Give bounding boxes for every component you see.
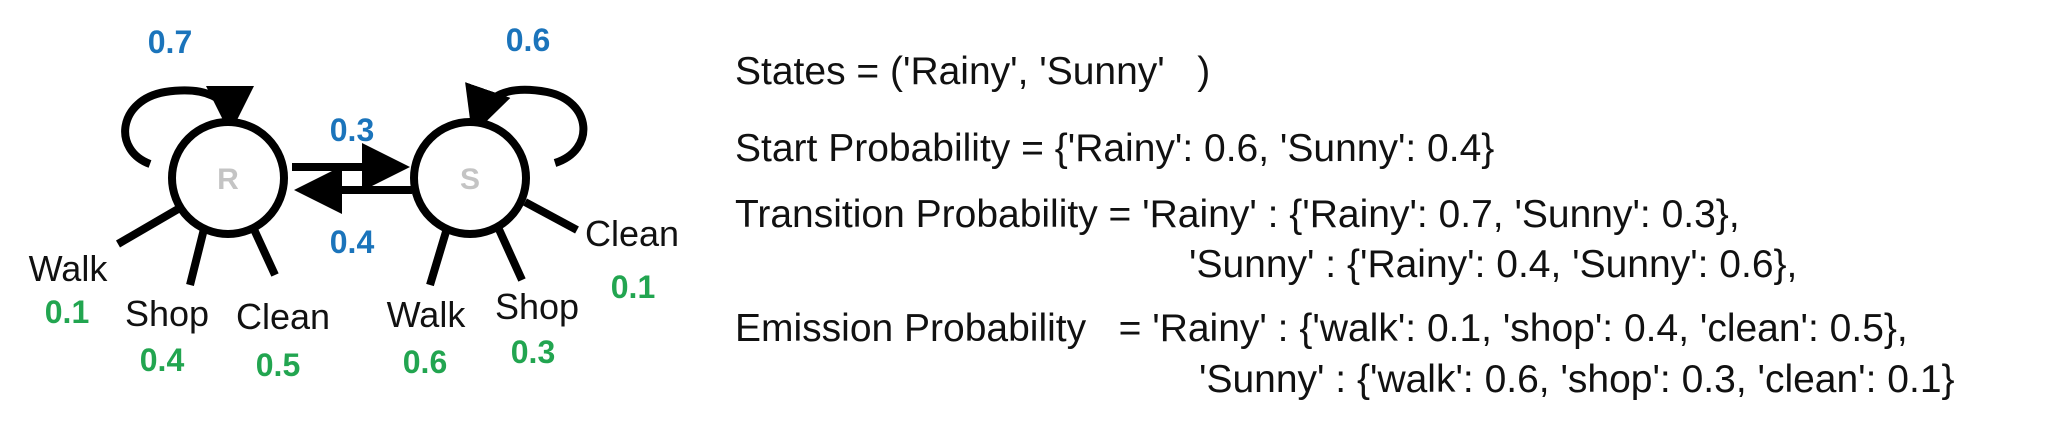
state-sunny-label: S — [460, 163, 480, 196]
emission-prob-sunny-shop: 0.3 — [511, 334, 555, 370]
obs-label-sunny-clean: Clean — [585, 213, 679, 254]
obs-label-rainy-clean: Clean — [236, 296, 330, 337]
obs-label-rainy-shop: Shop — [125, 293, 209, 334]
start-probability-line: Start Probability = {'Rainy': 0.6, 'Sunn… — [735, 127, 1495, 170]
obs-label-sunny-shop: Shop — [495, 286, 579, 327]
self-prob-rainy: 0.7 — [148, 24, 192, 60]
state-rainy-label: R — [217, 163, 239, 196]
obs-label-rainy-walk: Walk — [29, 248, 109, 289]
self-prob-sunny: 0.6 — [506, 22, 550, 58]
emission-probability-line-1: Emission Probability = 'Rainy' : {'walk'… — [735, 307, 1908, 350]
emission-prob-sunny-walk: 0.6 — [403, 344, 447, 380]
emission-line-rainy-clean — [248, 223, 279, 277]
emission-line-rainy-shop — [186, 224, 209, 286]
states-line: States = ('Rainy', 'Sunny' ) — [735, 50, 1211, 93]
emission-line-sunny-walk — [426, 223, 452, 287]
emission-line-rainy-walk — [115, 201, 188, 248]
transition-probability-line-2: 'Sunny' : {'Rainy': 0.4, 'Sunny': 0.6}, — [1189, 243, 1798, 286]
hmm-state-diagram: R S 0.7 0.6 0.3 0.4 Walk Shop Clean Walk… — [29, 22, 679, 383]
emission-prob-rainy-clean: 0.5 — [256, 347, 300, 383]
emission-prob-sunny-clean: 0.1 — [611, 269, 655, 305]
transition-prob-sunny-to-rainy: 0.4 — [330, 224, 375, 260]
emission-prob-rainy-shop: 0.4 — [140, 342, 185, 378]
emission-line-sunny-shop — [493, 223, 526, 282]
emission-probability-line-2: 'Sunny' : {'walk': 0.6, 'shop': 0.3, 'cl… — [1199, 358, 1955, 401]
emission-prob-rainy-walk: 0.1 — [45, 294, 89, 330]
obs-label-sunny-walk: Walk — [387, 294, 467, 335]
transition-prob-rainy-to-sunny: 0.3 — [330, 112, 374, 148]
transition-probability-line-1: Transition Probability = 'Rainy' : {'Rai… — [735, 193, 1740, 236]
emission-line-sunny-clean — [523, 198, 579, 234]
